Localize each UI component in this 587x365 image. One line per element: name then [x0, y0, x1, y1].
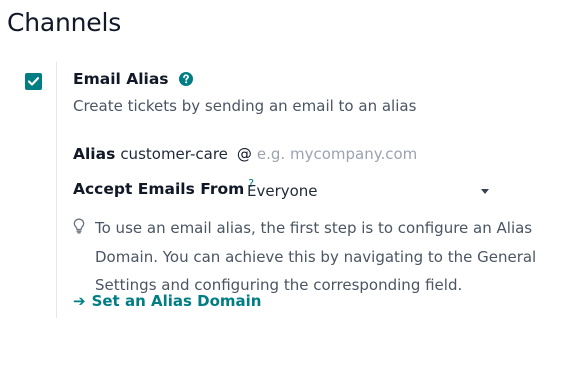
alias-at-sign: @ [236, 145, 252, 163]
set-alias-domain-label: Set an Alias Domain [91, 292, 262, 310]
accept-emails-row: Accept Emails From ? Everyone [73, 177, 493, 200]
setting-label-row: Email Alias [73, 70, 193, 88]
set-alias-domain-link[interactable]: ➔ Set an Alias Domain [73, 292, 261, 310]
question-circle-icon[interactable] [178, 72, 193, 86]
arrow-right-icon: ➔ [73, 292, 86, 310]
alias-domain-input[interactable] [256, 145, 447, 163]
setting-label: Email Alias [73, 70, 169, 88]
checkmark-icon [28, 77, 39, 86]
alias-name-field[interactable]: customer-care [120, 145, 228, 163]
hint-text: To use an email alias, the first step is… [95, 219, 537, 294]
alias-row: Alias customer-care @ [73, 145, 447, 163]
caret-down-icon [481, 189, 489, 194]
accept-emails-value: Everyone [247, 182, 318, 200]
section-title: Channels [7, 8, 122, 37]
alias-label: Alias [73, 145, 116, 163]
setting-description: Create tickets by sending an email to an… [73, 97, 417, 115]
accept-emails-label: Accept Emails From [73, 180, 245, 198]
accept-emails-select[interactable]: Everyone [247, 180, 489, 202]
email-alias-setting: Email Alias Create tickets by sending an… [25, 62, 565, 320]
lightbulb-icon [73, 218, 85, 238]
setting-divider [56, 62, 57, 318]
email-alias-checkbox[interactable] [25, 73, 42, 90]
